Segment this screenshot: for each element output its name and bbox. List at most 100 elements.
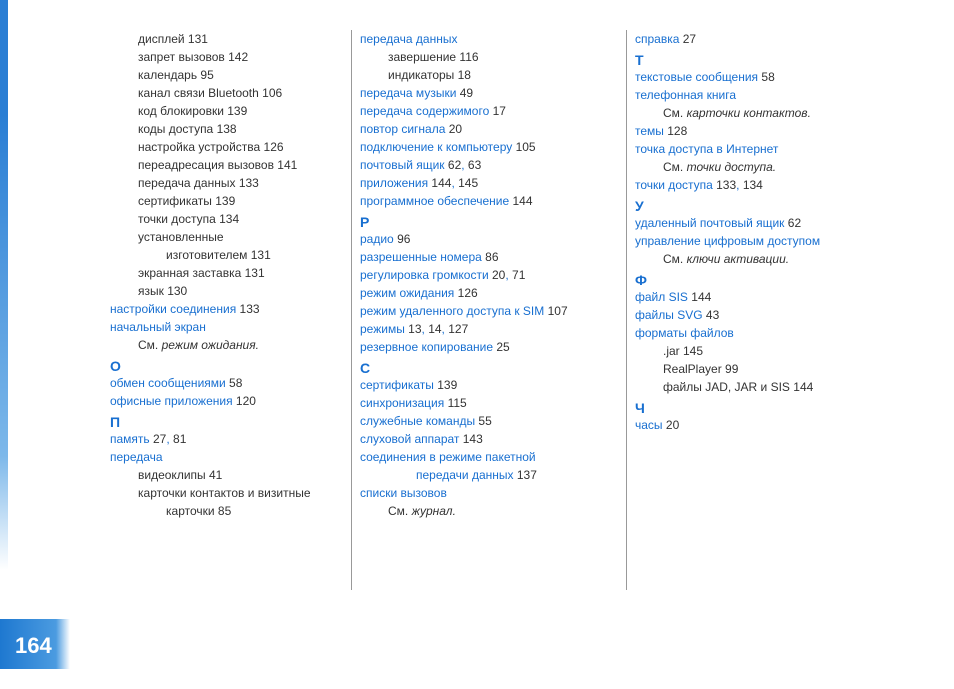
index-text: 95 (197, 68, 214, 82)
index-link[interactable]: передача музыки (360, 86, 456, 100)
index-link[interactable]: Ч (635, 400, 645, 416)
index-entry: радио 96 (360, 230, 635, 248)
index-link[interactable]: служебные команды (360, 414, 475, 428)
index-link[interactable]: сертификаты (360, 378, 434, 392)
index-text: передача данных (138, 176, 235, 190)
index-entry: передача данных (360, 30, 635, 48)
index-link[interactable]: передача (110, 450, 163, 464)
index-entry: передача содержимого 17 (360, 102, 635, 120)
index-link[interactable]: синхронизация (360, 396, 444, 410)
index-link[interactable]: форматы файлов (635, 326, 734, 340)
index-link[interactable]: почтовый ящик (360, 158, 445, 172)
index-entry: подключение к компьютеру 105 (360, 138, 635, 156)
index-entry: файлы JAD, JAR и SIS 144 (635, 378, 885, 396)
index-link[interactable]: передачи данных (416, 468, 514, 482)
index-link[interactable]: О (110, 358, 121, 374)
index-link[interactable]: , (461, 158, 468, 172)
index-link[interactable]: управление цифровым доступом (635, 234, 820, 248)
index-link[interactable]: режимы (360, 322, 405, 336)
index-link[interactable]: точки доступа (635, 178, 713, 192)
index-link[interactable]: телефонная книга (635, 88, 736, 102)
index-link[interactable]: резервное копирование (360, 340, 493, 354)
index-link[interactable]: разрешенные номера (360, 250, 482, 264)
index-link[interactable]: программное обеспечение (360, 194, 509, 208)
index-text: экранная заставка (138, 266, 241, 280)
index-entry: файл SIS 144 (635, 288, 885, 306)
index-text: 96 (394, 232, 411, 246)
index-link[interactable]: темы (635, 124, 664, 138)
index-text: 63 (468, 158, 481, 172)
index-entry: видеоклипы 41 (110, 466, 360, 484)
index-link[interactable]: радио (360, 232, 394, 246)
index-link[interactable]: , (736, 178, 743, 192)
index-entry: См. режим ожидания. (110, 336, 360, 354)
index-entry: режим ожидания 126 (360, 284, 635, 302)
index-text: 139 (224, 104, 247, 118)
index-link[interactable]: У (635, 198, 644, 214)
index-text: 20 (489, 268, 506, 282)
index-text: 81 (173, 432, 186, 446)
index-text: См. (663, 252, 687, 266)
index-link[interactable]: офисные приложения (110, 394, 233, 408)
index-link[interactable]: , (505, 268, 512, 282)
index-text: 138 (213, 122, 236, 136)
index-text: .jar (663, 344, 680, 358)
index-text: 116 (456, 50, 478, 64)
index-entry: точки доступа 134 (110, 210, 360, 228)
index-entry: режимы 13, 14, 127 (360, 320, 635, 338)
index-text: код блокировки (138, 104, 224, 118)
index-text: 144 (790, 380, 813, 394)
index-text: 13 (405, 322, 422, 336)
index-link[interactable]: текстовые сообщения (635, 70, 758, 84)
index-text: 133 (236, 302, 259, 316)
index-link[interactable]: С (360, 360, 370, 376)
index-link[interactable]: точка доступа в Интернет (635, 142, 778, 156)
index-link[interactable]: списки вызовов (360, 486, 447, 500)
index-text: 55 (475, 414, 492, 428)
index-link[interactable]: Т (635, 52, 644, 68)
index-link[interactable]: обмен сообщениями (110, 376, 226, 390)
index-link[interactable]: настройки соединения (110, 302, 236, 316)
index-link[interactable]: приложения (360, 176, 428, 190)
index-link[interactable]: файл SIS (635, 290, 688, 304)
index-link[interactable]: слуховой аппарат (360, 432, 459, 446)
index-link[interactable]: режим ожидания (360, 286, 454, 300)
index-link[interactable]: справка (635, 32, 679, 46)
index-text: 71 (512, 268, 525, 282)
index-entry: сертификаты 139 (110, 192, 360, 210)
index-link[interactable]: удаленный почтовый ящик (635, 216, 784, 230)
index-link[interactable]: П (110, 414, 120, 430)
index-link[interactable]: соединения в режиме пакетной (360, 450, 536, 464)
index-link[interactable]: начальный экран (110, 320, 206, 334)
index-text: 141 (274, 158, 297, 172)
index-text: язык (138, 284, 164, 298)
index-entry: передача музыки 49 (360, 84, 635, 102)
index-text: 25 (493, 340, 510, 354)
index-entry: передача (110, 448, 360, 466)
index-entry: .jar 145 (635, 342, 885, 360)
index-entry: Ф (635, 272, 885, 288)
index-text: дисплей (138, 32, 185, 46)
index-entry: изготовителем 131 (110, 246, 360, 264)
index-entry: приложения 144, 145 (360, 174, 635, 192)
index-text: файлы JAD, JAR и SIS (663, 380, 790, 394)
index-entry: индикаторы 18 (360, 66, 635, 84)
index-entry: экранная заставка 131 (110, 264, 360, 282)
index-link[interactable]: файлы SVG (635, 308, 703, 322)
index-link[interactable]: подключение к компьютеру (360, 140, 512, 154)
index-link[interactable]: регулировка громкости (360, 268, 489, 282)
index-link[interactable]: режим удаленного доступа к SIM (360, 304, 544, 318)
index-link[interactable]: повтор сигнала (360, 122, 445, 136)
index-text: См. (138, 338, 162, 352)
index-text: 105 (512, 140, 535, 154)
index-link[interactable]: Р (360, 214, 369, 230)
index-link[interactable]: передача содержимого (360, 104, 489, 118)
index-entry: коды доступа 138 (110, 120, 360, 138)
index-text: 134 (216, 212, 239, 226)
index-link[interactable]: часы (635, 418, 663, 432)
index-link[interactable]: передача данных (360, 32, 457, 46)
index-link[interactable]: память (110, 432, 150, 446)
index-text: 17 (489, 104, 506, 118)
index-link[interactable]: Ф (635, 272, 647, 288)
index-entry: карточки 85 (110, 502, 360, 520)
